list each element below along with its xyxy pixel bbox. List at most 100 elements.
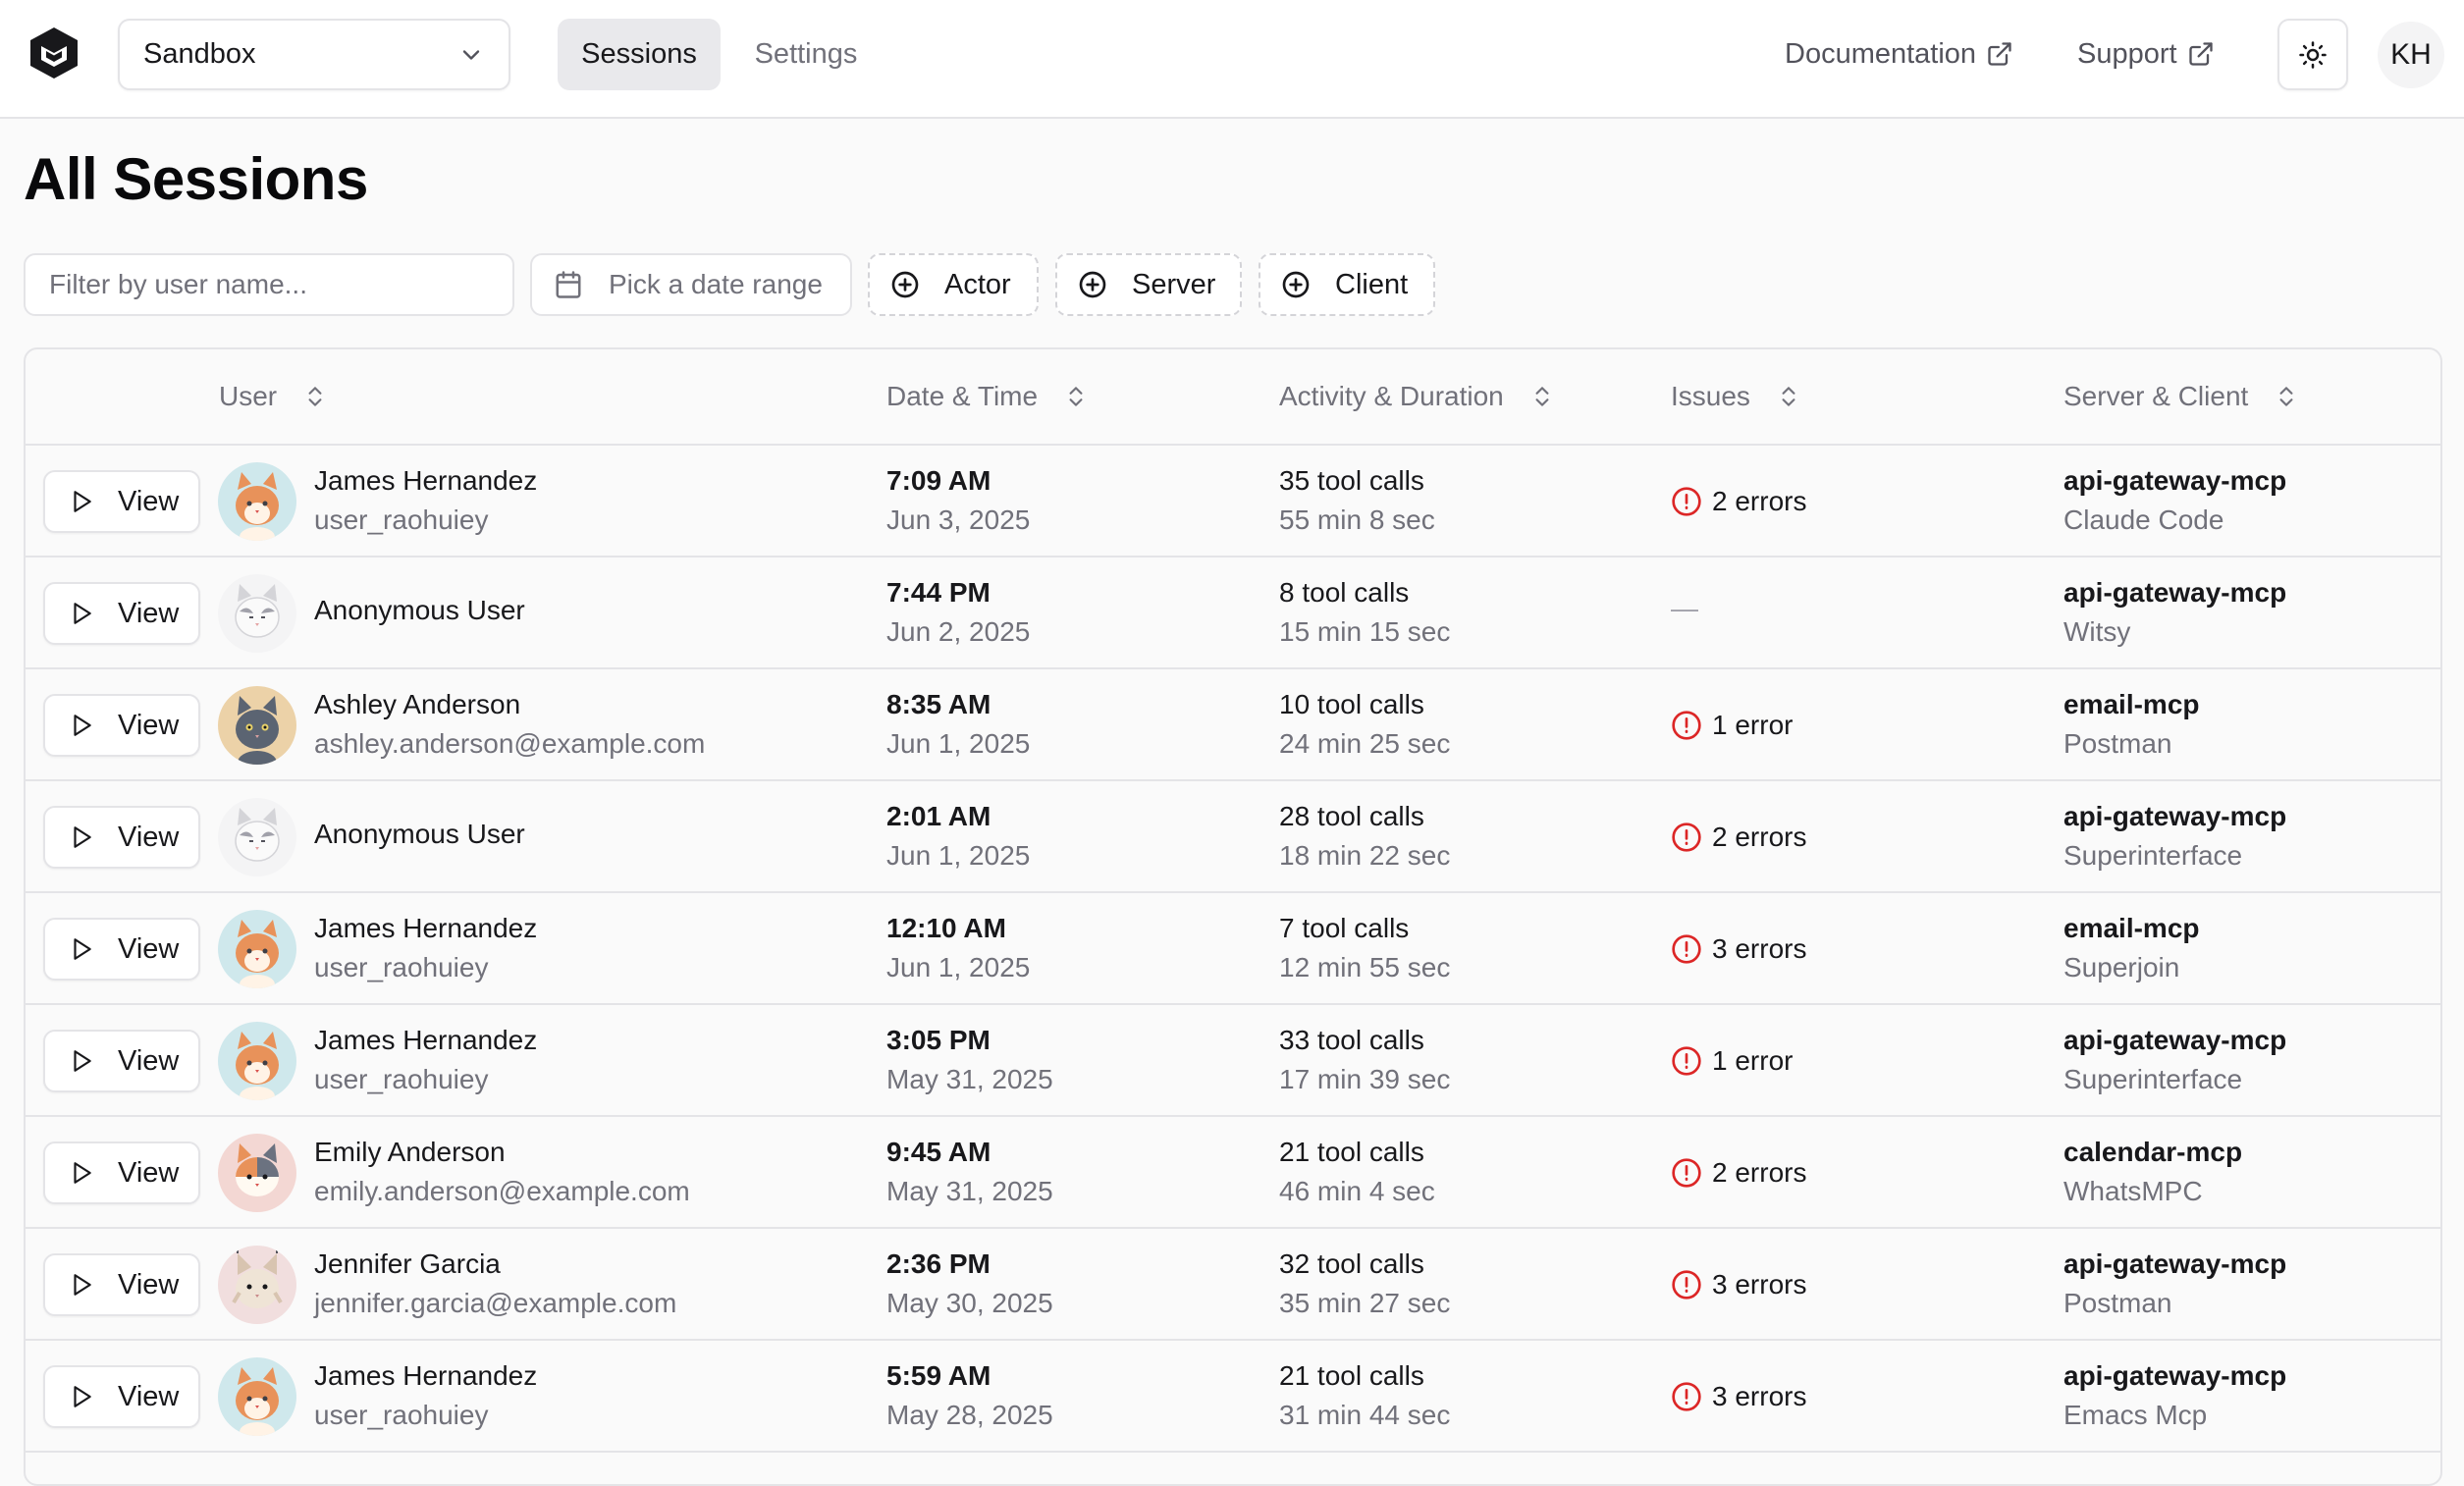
client-name: Postman [2063, 1288, 2172, 1318]
user-name: James Hernandez [314, 465, 538, 496]
issue-count: 2 errors [1671, 819, 1806, 856]
client-filter-label: Client [1335, 268, 1409, 300]
column-header-label: Server & Client [2063, 381, 2249, 411]
error-icon [1672, 1046, 1701, 1076]
column-header-label: Date & Time [886, 381, 1039, 411]
column-header-activity[interactable]: Activity & Duration [1279, 377, 1555, 416]
sort-icon [1782, 387, 1795, 406]
server-name: email-mcp [2063, 913, 2200, 943]
view-session-button[interactable]: View [43, 1030, 200, 1092]
column-header-issues[interactable]: Issues [1671, 377, 1801, 416]
column-header-label: Activity & Duration [1279, 381, 1504, 411]
error-icon [1672, 1270, 1701, 1300]
user-handle: user_raohuiey [314, 1400, 489, 1430]
session-duration: 17 min 39 sec [1279, 1064, 1451, 1094]
session-date: Jun 1, 2025 [886, 840, 1031, 871]
table-row[interactable]: View Anonymous User 7:44 PM Jun 2, 2025 8 to… [26, 557, 2440, 669]
calendar-icon [556, 271, 581, 298]
table-header: User Date & Time Activity & Duration Iss… [26, 349, 2440, 446]
view-session-button[interactable]: View [43, 582, 200, 645]
table-row[interactable]: View James Hernandez user_raohuiey 7:09 AM J… [26, 446, 2440, 557]
table-row[interactable]: View James Hernandez user_raohuiey 3:05 PM M… [26, 1005, 2440, 1117]
issue-count-label: 3 errors [1712, 933, 1807, 964]
session-date: May 31, 2025 [886, 1176, 1053, 1206]
column-header-user[interactable]: User [219, 377, 328, 416]
user-avatar[interactable]: KH [2378, 22, 2444, 88]
table-row[interactable]: View Ashley Anderson ashley.anderson@examp… [26, 669, 2440, 781]
session-date: Jun 1, 2025 [886, 952, 1031, 982]
theme-toggle-button[interactable] [2277, 19, 2348, 90]
user-avatar [218, 910, 296, 988]
session-duration: 31 min 44 sec [1279, 1400, 1451, 1430]
user-handle: emily.anderson@example.com [314, 1176, 690, 1206]
issue-count-label: 2 errors [1712, 486, 1807, 516]
issue-count-label: 2 errors [1712, 822, 1807, 852]
user-name: James Hernandez [314, 913, 538, 943]
view-session-button[interactable]: View [43, 806, 200, 869]
column-header-server-client[interactable]: Server & Client [2063, 377, 2299, 416]
user-name: Anonymous User [314, 819, 525, 849]
support-link[interactable]: Support [2077, 29, 2215, 79]
table-row[interactable]: View James Hernandez user_raohuiey 12:10 AM… [26, 893, 2440, 1005]
play-icon [74, 938, 91, 960]
server-name: api-gateway-mcp [2063, 465, 2287, 496]
client-name: Claude Code [2063, 504, 2224, 535]
view-session-button[interactable]: View [43, 1253, 200, 1316]
table-row[interactable]: View Emily Anderson emily.anderson@example… [26, 1117, 2440, 1229]
table-row[interactable]: View Jennifer Garcia jennifer.garcia@examp… [26, 1229, 2440, 1341]
server-filter-chip[interactable]: Server [1055, 253, 1242, 316]
user-filter-input[interactable] [24, 253, 514, 316]
documentation-link[interactable]: Documentation [1785, 29, 2013, 79]
actor-filter-chip[interactable]: Actor [868, 253, 1039, 316]
session-time: 8:35 AM [886, 689, 991, 719]
app-logo-icon[interactable] [26, 25, 82, 81]
server-name: api-gateway-mcp [2063, 801, 2287, 831]
documentation-link-label: Documentation [1785, 37, 1977, 70]
session-date: Jun 2, 2025 [886, 616, 1031, 647]
tool-call-count: 35 tool calls [1279, 465, 1424, 496]
session-date: Jun 3, 2025 [886, 504, 1031, 535]
user-name: Ashley Anderson [314, 689, 521, 719]
column-header-date-time[interactable]: Date & Time [886, 377, 1089, 416]
view-button-label: View [118, 821, 180, 853]
tool-call-count: 21 tool calls [1279, 1360, 1424, 1391]
view-session-button[interactable]: View [43, 918, 200, 981]
tab-sessions[interactable]: Sessions [558, 19, 721, 90]
view-session-button[interactable]: View [43, 1365, 200, 1428]
workspace-select-value: Sandbox [143, 38, 256, 70]
user-avatar [218, 1134, 296, 1212]
error-icon [1672, 823, 1701, 852]
tab-settings[interactable]: Settings [728, 19, 884, 90]
tool-call-count: 33 tool calls [1279, 1025, 1424, 1055]
user-name: Jennifer Garcia [314, 1248, 501, 1279]
issue-count: 3 errors [1671, 930, 1806, 968]
sort-icon [1535, 387, 1549, 406]
client-filter-chip[interactable]: Client [1259, 253, 1435, 316]
tool-call-count: 21 tool calls [1279, 1137, 1424, 1167]
error-icon [1672, 934, 1701, 964]
error-icon [1672, 1382, 1701, 1411]
play-icon [74, 1386, 91, 1407]
issue-count: 3 errors [1671, 1266, 1806, 1303]
workspace-select[interactable]: Sandbox [118, 19, 510, 90]
view-button-label: View [118, 485, 180, 517]
table-row[interactable]: View James Hernandez user_raohuiey 5:59 AM M… [26, 1341, 2440, 1453]
user-handle: user_raohuiey [314, 1064, 489, 1094]
table-row[interactable]: View Anonymous User 2:01 AM Jun 1, 2025 28 t… [26, 781, 2440, 893]
session-time: 3:05 PM [886, 1025, 991, 1055]
view-session-button[interactable]: View [43, 694, 200, 757]
session-time: 7:09 AM [886, 465, 991, 496]
tool-call-count: 32 tool calls [1279, 1248, 1424, 1279]
view-button-label: View [118, 1044, 180, 1077]
view-session-button[interactable]: View [43, 1141, 200, 1204]
date-range-button[interactable]: Pick a date range [530, 253, 852, 316]
actor-filter-label: Actor [944, 268, 1011, 300]
issue-count: 2 errors [1671, 483, 1806, 520]
view-session-button[interactable]: View [43, 470, 200, 533]
view-button-label: View [118, 1156, 180, 1189]
session-duration: 24 min 25 sec [1279, 728, 1451, 759]
error-icon [1672, 711, 1701, 740]
top-bar: Sandbox Sessions Settings Documentation … [0, 0, 2464, 119]
sort-icon [308, 387, 322, 406]
client-name: Postman [2063, 728, 2172, 759]
